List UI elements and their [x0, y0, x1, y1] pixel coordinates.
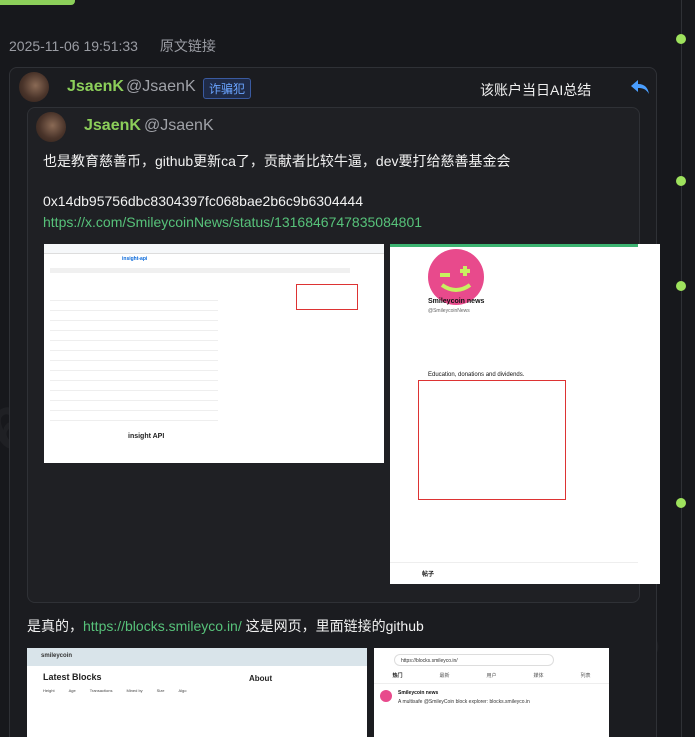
latest-blocks-heading: Latest Blocks [43, 672, 102, 682]
profile-tabs: 帖子 [390, 562, 640, 584]
post-meta: 2025-11-06 19:51:33 原文链接 [9, 36, 216, 56]
column-header: Size [156, 688, 165, 693]
tab-latest[interactable]: 最新 [439, 672, 449, 679]
github-tabs [50, 268, 350, 273]
reply-text: 是真的，https://blocks.smileyco.in/ 这是网页，里面链… [27, 616, 424, 636]
timeline-dot[interactable] [676, 281, 686, 291]
twitter-profile-screenshot[interactable]: Smileycoin news @SmileycoinNews Educatio… [390, 244, 640, 584]
file-row [50, 382, 218, 391]
search-bar[interactable]: https://blocks.smileyco.in/ [394, 654, 554, 666]
blocks-columns: Height Age Transactions Mined by Size Al… [43, 688, 243, 693]
tweet-body: A multisafe @SmileyCoin block explorer: … [398, 699, 530, 705]
reply-arrow-icon[interactable] [630, 78, 650, 101]
original-link[interactable]: 原文链接 [160, 38, 216, 54]
file-row [50, 292, 218, 301]
profile-name: Smileycoin news [428, 298, 485, 305]
quoted-avatar[interactable] [36, 112, 66, 142]
about-heading: About [249, 674, 273, 683]
top-accent-bar [0, 0, 75, 5]
block-explorer-screenshot[interactable]: smileycoin Latest Blocks About Height Ag… [27, 648, 367, 737]
author-handle[interactable]: @JsaenK [126, 78, 196, 96]
tab-people[interactable]: 用户 [486, 672, 496, 679]
timeline-line [681, 0, 682, 737]
file-row [50, 342, 218, 351]
timeline-dot[interactable] [676, 498, 686, 508]
profile-description: Education, donations and dividends. [428, 372, 525, 378]
file-row [50, 372, 218, 381]
file-row [50, 332, 218, 341]
github-screenshot[interactable]: insight-api insight API [44, 244, 384, 463]
column-header: Mined by [126, 688, 143, 693]
column-header: Age [68, 688, 76, 693]
timeline-dot[interactable] [676, 34, 686, 44]
avatar [380, 690, 392, 702]
smiley-logo [428, 249, 484, 305]
reply-prefix: 是真的， [27, 618, 83, 634]
file-row [50, 392, 218, 401]
scam-badge: 诈骗犯 [203, 78, 252, 99]
quoted-author-handle[interactable]: @JsaenK [144, 117, 214, 135]
profile-banner [390, 244, 640, 247]
highlight-box [296, 284, 358, 310]
avatar[interactable] [19, 72, 49, 102]
quoted-author-name[interactable]: JsaenK [84, 117, 141, 135]
tab-lists[interactable]: 列表 [580, 672, 590, 679]
side-panel [638, 244, 660, 584]
column-header: Transactions [89, 688, 113, 693]
tweet-author: Smileycoin news [398, 690, 439, 696]
tab-media[interactable]: 媒体 [533, 672, 543, 679]
file-row [50, 302, 218, 311]
readme-title: insight API [128, 433, 165, 440]
file-row [50, 402, 218, 411]
file-row [50, 322, 218, 331]
page: 655 655 655 2025-11-06 19:51:33 原文链接 Jsa… [0, 0, 695, 737]
explorer-header: smileycoin [27, 648, 367, 666]
contract-address: 0x14db95756dbc8304397fc068bae2b6c9b63044… [43, 193, 363, 209]
column-header: Height [43, 688, 55, 693]
twitter-search-screenshot[interactable]: https://blocks.smileyco.in/ 热门 最新 用户 媒体 … [374, 648, 609, 737]
file-row [50, 352, 218, 361]
quoted-text: 也是教育慈善币，github更新ca了，贡献者比较牛逼，dev要打给慈善基金会 [43, 153, 511, 169]
blocks-link[interactable]: https://blocks.smileyco.in/ [83, 618, 242, 634]
highlight-box [418, 380, 566, 500]
tab-top[interactable]: 热门 [392, 672, 402, 679]
file-row [50, 312, 218, 321]
explorer-brand: smileycoin [41, 653, 73, 659]
timeline-dot[interactable] [676, 176, 686, 186]
column-header: Algo [178, 688, 187, 693]
reply-suffix: 这是网页，里面链接的github [241, 618, 424, 634]
post-timestamp: 2025-11-06 19:51:33 [9, 38, 138, 54]
github-header [44, 244, 384, 254]
ai-summary-button[interactable]: 该账户当日AI总结 [480, 80, 591, 100]
repo-name: insight-api [122, 256, 148, 262]
author-name[interactable]: JsaenK [67, 78, 124, 96]
search-tabs: 热门 最新 用户 媒体 列表 [374, 672, 609, 684]
file-row [50, 362, 218, 371]
quoted-link[interactable]: https://x.com/SmileycoinNews/status/1316… [43, 214, 422, 230]
file-row [50, 412, 218, 421]
profile-handle: @SmileycoinNews [428, 308, 470, 314]
tab-posts[interactable]: 帖子 [422, 569, 434, 578]
